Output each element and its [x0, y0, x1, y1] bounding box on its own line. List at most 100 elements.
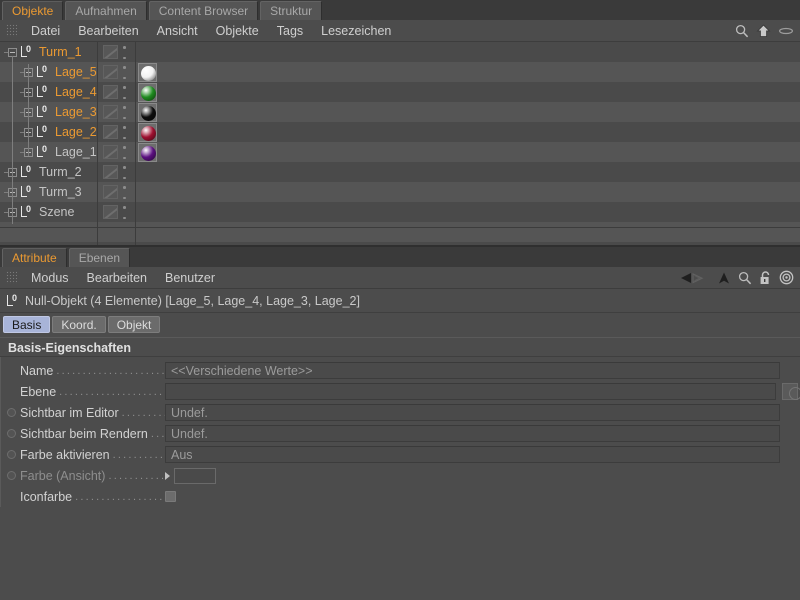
tab-aufnahmen[interactable]: Aufnahmen [65, 1, 147, 20]
menu-bearbeiten[interactable]: Bearbeiten [78, 267, 156, 289]
attribute-manager-toolbar-icons [680, 270, 800, 285]
material-tag[interactable] [138, 103, 157, 122]
visibility-dots-icon[interactable] [123, 186, 126, 199]
object-tag-slot[interactable] [103, 205, 118, 219]
object-tag-slot[interactable] [103, 165, 118, 179]
menu-ansicht[interactable]: Ansicht [148, 20, 207, 42]
target-icon[interactable] [779, 270, 794, 285]
panel-bottom-divider [0, 245, 800, 247]
label-dot-leader: ................................ [108, 469, 165, 482]
object-name-label: Lage_3 [55, 105, 97, 119]
keyframe-dot-icon[interactable] [7, 450, 16, 459]
tree-row[interactable]: 0 Lage_1 [0, 142, 800, 162]
object-name-label: Turm_2 [39, 165, 82, 179]
tree-row[interactable]: 0 Lage_3 [0, 102, 800, 122]
keyframe-dot-icon[interactable] [7, 429, 16, 438]
color-swatch[interactable] [174, 467, 216, 484]
menu-benutzer[interactable]: Benutzer [156, 267, 224, 289]
object-tag-slot[interactable] [103, 125, 118, 139]
tree-connector-line [20, 112, 24, 113]
null-object-icon: 0 [36, 104, 51, 119]
object-name-label: Lage_1 [55, 145, 97, 159]
search-icon[interactable] [738, 271, 752, 285]
tab-label: Attribute [12, 251, 57, 265]
tab-attribute[interactable]: Attribute [2, 248, 67, 267]
panel-gripper-icon[interactable] [6, 271, 17, 284]
tree-row[interactable]: 0 Lage_2 [0, 122, 800, 142]
object-tag-slot[interactable] [103, 145, 118, 159]
menu-tags[interactable]: Tags [268, 20, 312, 42]
keyframe-dot-icon[interactable] [7, 471, 16, 480]
eye-icon[interactable] [778, 25, 794, 37]
tree-row[interactable]: 0 Turm_1 [0, 42, 800, 62]
subtab-objekt[interactable]: Objekt [107, 315, 161, 333]
property-value-field[interactable]: Aus [165, 446, 780, 463]
material-tag[interactable] [138, 63, 157, 82]
material-tag[interactable] [138, 123, 157, 142]
subtab-basis[interactable]: Basis [3, 315, 51, 333]
lock-icon[interactable] [759, 270, 772, 285]
label-dot-leader: ................................ [121, 406, 165, 419]
null-object-icon: 0 [36, 64, 51, 79]
menu-modus[interactable]: Modus [22, 267, 78, 289]
material-tag[interactable] [138, 143, 157, 162]
home-icon[interactable] [756, 23, 771, 38]
object-tag-slot[interactable] [103, 45, 118, 59]
subtab-koord[interactable]: Koord. [52, 315, 106, 333]
keyframe-dot-icon[interactable] [7, 408, 16, 417]
tab-content-browser[interactable]: Content Browser [148, 1, 259, 20]
property-label: Farbe aktivieren........................… [20, 448, 165, 462]
property-value-field[interactable]: <<Verschiedene Werte>> [165, 362, 780, 379]
visibility-dots-icon[interactable] [123, 166, 126, 179]
tree-connector-line [4, 192, 8, 193]
panel-gripper-icon[interactable] [6, 24, 17, 37]
menu-lesezeichen[interactable]: Lesezeichen [312, 20, 400, 42]
object-name-label: Lage_2 [55, 125, 97, 139]
menu-datei[interactable]: Datei [22, 20, 69, 42]
tree-row[interactable]: 0 Turm_3 [0, 182, 800, 202]
visibility-dots-icon[interactable] [123, 106, 126, 119]
menu-bearbeiten[interactable]: Bearbeiten [69, 20, 147, 42]
attribute-manager-tabbar: Attribute Ebenen [0, 247, 800, 267]
property-value-field[interactable]: Undef. [165, 425, 780, 442]
layer-picker-button[interactable] [782, 383, 800, 400]
up-arrow-icon[interactable] [717, 271, 731, 285]
object-tag-slot[interactable] [103, 65, 118, 79]
tree-connector-line [20, 92, 24, 93]
object-tree[interactable]: 0 Turm_1 0 Lage_5 0 Lage_4 0 Lage_3 0 Lage_2 0 Lage… [0, 42, 800, 224]
visibility-dots-icon[interactable] [123, 126, 126, 139]
tree-connector-line [4, 172, 8, 173]
object-manager-toolbar-icons [735, 23, 800, 38]
property-value-field[interactable]: Undef. [165, 404, 780, 421]
tab-objekte[interactable]: Objekte [2, 1, 64, 20]
expand-arrow-icon[interactable] [165, 471, 170, 480]
property-row: Name................................<<Ve… [1, 360, 800, 381]
material-tag[interactable] [138, 83, 157, 102]
tree-row[interactable]: 0 Turm_2 [0, 162, 800, 182]
property-row: Sichtbar beim Rendern...................… [1, 423, 800, 444]
tab-struktur[interactable]: Struktur [260, 1, 323, 20]
object-tag-slot[interactable] [103, 105, 118, 119]
object-tag-slot[interactable] [103, 85, 118, 99]
null-object-icon: 0 [20, 204, 35, 219]
object-tag-slot[interactable] [103, 185, 118, 199]
menu-objekte[interactable]: Objekte [207, 20, 268, 42]
row-stripe [0, 222, 800, 242]
visibility-dots-icon[interactable] [123, 66, 126, 79]
tab-ebenen[interactable]: Ebenen [68, 248, 131, 267]
tree-connector-line [4, 212, 8, 213]
object-manager-tabbar: Objekte Aufnahmen Content Browser Struktur [0, 0, 800, 20]
tab-label: Content Browser [158, 4, 249, 18]
property-label-text: Ebene [20, 384, 57, 399]
visibility-dots-icon[interactable] [123, 146, 126, 159]
tree-row[interactable]: 0 Szene [0, 202, 800, 222]
visibility-dots-icon[interactable] [123, 86, 126, 99]
visibility-dots-icon[interactable] [123, 46, 126, 59]
layer-field[interactable] [165, 383, 776, 400]
search-icon[interactable] [735, 24, 749, 38]
tree-row[interactable]: 0 Lage_5 [0, 62, 800, 82]
visibility-dots-icon[interactable] [123, 206, 126, 219]
back-forward-icon[interactable] [680, 271, 710, 285]
tree-row[interactable]: 0 Lage_4 [0, 82, 800, 102]
iconfarbe-checkbox[interactable] [165, 491, 176, 502]
